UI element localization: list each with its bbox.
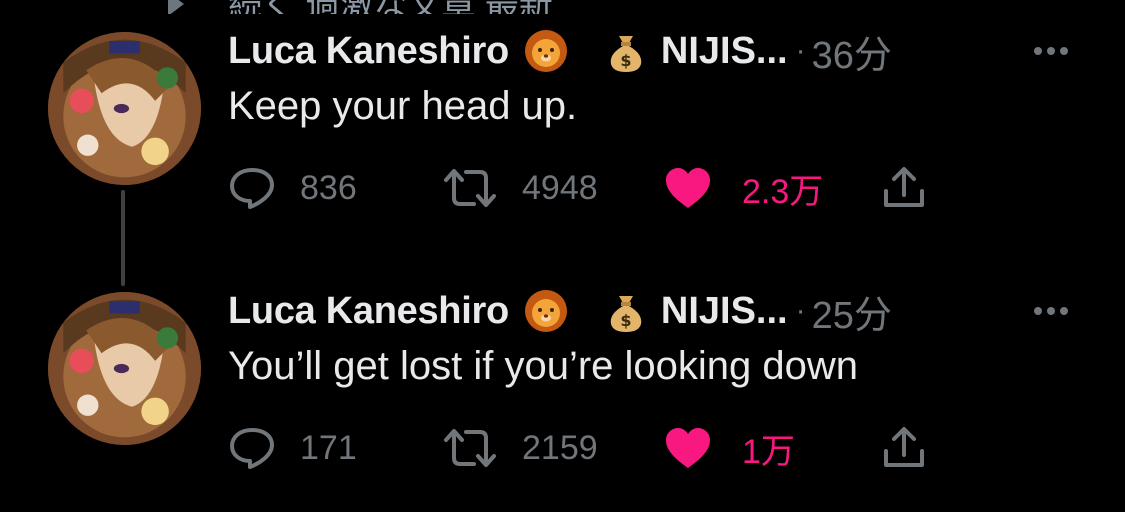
avatar[interactable] [48, 32, 201, 185]
lion-icon [523, 288, 569, 334]
reply-icon [230, 428, 274, 469]
heart-icon [666, 168, 710, 208]
author-name[interactable]: Luca Kaneshiro [228, 30, 509, 73]
more-dot-icon [1060, 307, 1068, 315]
more-dot-icon [1034, 307, 1042, 315]
like-count: 2.3万 [742, 172, 824, 211]
lion-icon [523, 28, 569, 74]
reply-button[interactable]: 171 [228, 422, 357, 474]
retweet-button[interactable]: 4948 [442, 162, 598, 214]
retweet-count: 4948 [522, 168, 598, 207]
like-button[interactable]: 2.3万 [664, 162, 823, 214]
previous-tweet-fragment: 続く 過激な文章 最新 [0, 0, 1125, 14]
timestamp[interactable]: 25分 [812, 284, 892, 339]
reply-count: 836 [300, 168, 357, 207]
avatar-image [48, 292, 201, 445]
more-dot-icon [1034, 47, 1042, 55]
tweet-text: Keep your head up. [228, 84, 578, 128]
tweet-header: Luca Kaneshiro $ NIJIS... · 36分 [228, 22, 1108, 80]
like-button[interactable]: 1万 [664, 422, 795, 474]
retweet-button[interactable]: 2159 [442, 422, 598, 474]
tweet[interactable]: Luca Kaneshiro $ NIJIS... · 25分 You’ll g… [0, 282, 1125, 512]
more-options-button[interactable] [1026, 282, 1076, 340]
reply-button[interactable]: 836 [228, 162, 357, 214]
reply-icon [230, 168, 274, 209]
share-button[interactable] [882, 162, 926, 214]
reply-count: 171 [300, 428, 357, 467]
avatar-image [48, 32, 201, 185]
tweet-text: You’ll get lost if you’re looking down [228, 344, 859, 388]
separator: · [795, 294, 806, 327]
retweet-count: 2159 [522, 428, 598, 467]
retweet-icon [444, 429, 496, 467]
timestamp[interactable]: 36分 [812, 24, 892, 79]
fragment-text: 続く 過激な文章 最新 [228, 0, 553, 14]
tweet-header: Luca Kaneshiro $ NIJIS... · 25分 [228, 282, 1108, 340]
more-dot-icon [1060, 47, 1068, 55]
affiliation: NIJIS... [660, 29, 788, 72]
tweet-actions: 171 2159 1万 [228, 422, 948, 474]
tweet-actions: 836 4948 2.3万 [228, 162, 948, 214]
share-icon [884, 167, 924, 207]
tweet[interactable]: Luca Kaneshiro $ NIJIS... · 36分 Keep you… [0, 22, 1125, 252]
share-button[interactable] [882, 422, 926, 474]
retweet-icon [444, 169, 496, 207]
avatar[interactable] [48, 292, 201, 445]
more-dot-icon [1047, 47, 1055, 55]
author-name[interactable]: Luca Kaneshiro [228, 290, 509, 333]
share-icon [884, 427, 924, 467]
like-count: 1万 [742, 432, 795, 471]
svg-text:$: $ [620, 311, 631, 330]
separator: · [795, 34, 806, 67]
heart-icon [666, 428, 710, 468]
play-arrow-icon [168, 0, 184, 14]
more-options-button[interactable] [1026, 22, 1076, 80]
svg-text:$: $ [620, 51, 631, 70]
more-dot-icon [1047, 307, 1055, 315]
money-bag-icon: $ [603, 288, 649, 334]
money-bag-icon: $ [603, 28, 649, 74]
affiliation: NIJIS... [660, 289, 788, 332]
